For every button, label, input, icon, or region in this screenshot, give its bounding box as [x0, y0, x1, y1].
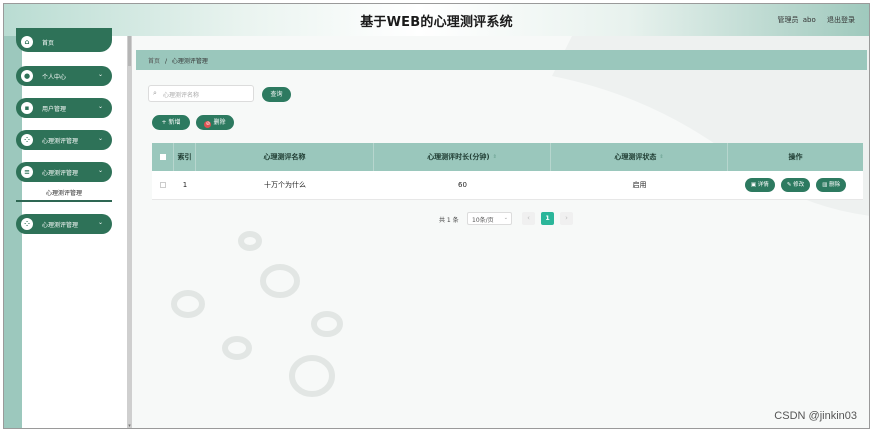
cell-name: 十万个为什么: [264, 181, 306, 189]
row-checkbox[interactable]: [160, 182, 166, 188]
sidebar-item-label: 个人中心: [42, 74, 67, 81]
top-bar: 基于WEB的心理测评系统 管理员 abo 退出登录: [4, 4, 869, 36]
column-header-index: 索引: [174, 143, 196, 171]
column-header-label: 心理测评名称: [263, 153, 306, 161]
sidebar-item-personal-center[interactable]: ● 个人中心 ⌄: [16, 66, 112, 86]
username: abo: [802, 16, 816, 24]
main-content: 首页 / 心理测评管理 ⌕ 心理测评名称 查询 + 新增 ⊘ 删除 索引 心理测评…: [132, 36, 869, 428]
chevron-down-icon: ⌄: [97, 167, 103, 174]
sidebar-item-assessment-1[interactable]: ⁘ 心理测评管理 ⌄: [16, 130, 112, 150]
detail-button-label: 详情: [757, 182, 769, 188]
delete-button[interactable]: ⊘ 删除: [196, 115, 234, 130]
pagination-total: 共 1 条: [439, 217, 459, 224]
sidebar-item-home[interactable]: ⌂ 首页: [16, 28, 112, 52]
sidebar-item-label: 心理测评管理: [42, 138, 79, 145]
add-button[interactable]: + 新增: [152, 115, 190, 130]
sidebar-item-assessment-3[interactable]: ⁘ 心理测评管理 ⌄: [16, 214, 112, 234]
delete-icon: ⊘: [204, 121, 212, 128]
select-all-checkbox[interactable]: [159, 154, 166, 160]
prev-page-button[interactable]: ‹: [522, 212, 535, 225]
sidebar-item-label: 用户管理: [42, 106, 67, 113]
user-icon: ▪: [21, 102, 33, 114]
sidebar-item-label: 心理测评管理: [42, 170, 79, 177]
breadcrumb: 首页 / 心理测评管理: [136, 50, 867, 70]
app-window: 基于WEB的心理测评系统 管理员 abo 退出登录 ⌂ 首页 ● 个人中心 ⌄ …: [3, 3, 870, 429]
column-header-duration[interactable]: 心理测评时长(分钟) ⇕: [374, 143, 551, 171]
grid-icon: ⁘: [21, 134, 33, 146]
sidebar-item-label: 心理测评管理: [42, 222, 79, 229]
search-icon: ⌕: [153, 89, 157, 97]
sidebar-item-assessment-2[interactable]: ≡ 心理测评管理 ⌄: [16, 162, 112, 182]
detail-button[interactable]: ▣ 详情: [744, 178, 775, 192]
logout-link[interactable]: 退出登录: [827, 16, 855, 24]
list-icon: ≡: [21, 166, 33, 178]
user-box: 管理员 abo 退出登录: [776, 15, 855, 25]
delete-button-label: 删除: [213, 119, 226, 126]
row-delete-button-label: 删除: [829, 182, 841, 188]
edit-button[interactable]: ✎ 修改: [780, 178, 811, 192]
search-input[interactable]: ⌕ 心理测评名称: [148, 85, 254, 102]
grid-icon: ⁘: [21, 218, 33, 230]
sidebar: ⌂ 首页 ● 个人中心 ⌄ ▪ 用户管理 ⌄ ⁘ 心理测评管理 ⌄ ≡ 心理测评…: [16, 28, 126, 428]
sort-icon[interactable]: ⇕: [659, 154, 663, 160]
app-title: 基于WEB的心理测评系统: [360, 15, 513, 30]
chevron-down-icon: ⌄: [97, 103, 103, 110]
detail-icon: ▣: [750, 182, 758, 188]
breadcrumb-current: 心理测评管理: [171, 58, 208, 65]
sort-icon[interactable]: ⇕: [493, 154, 497, 160]
row-delete-button[interactable]: ▥ 删除: [816, 178, 847, 192]
column-header-status[interactable]: 心理测评状态 ⇕: [551, 143, 728, 171]
user-role: 管理员: [777, 16, 799, 24]
sidebar-item-label: 首页: [42, 40, 55, 47]
cell-status: 启用: [632, 181, 647, 189]
query-button[interactable]: 查询: [262, 87, 291, 102]
edit-button-label: 修改: [793, 182, 805, 188]
search-placeholder: 心理测评名称: [163, 92, 200, 99]
source-watermark: CSDN @jinkin03: [774, 410, 857, 422]
chevron-down-icon: ⌄: [503, 215, 508, 221]
chevron-down-icon: ⌄: [97, 219, 103, 226]
sidebar-subitem-assessment[interactable]: 心理测评管理: [16, 186, 112, 202]
breadcrumb-home[interactable]: 首页: [148, 58, 160, 65]
table-row[interactable]: 1 十万个为什么 60 启用 ▣ 详情 ✎ 修改 ▥ 删除: [152, 171, 863, 200]
data-table: 索引 心理测评名称 心理测评时长(分钟) ⇕ 心理测评状态 ⇕ 操作 1 十万个为什…: [152, 143, 863, 200]
chevron-down-icon: ⌄: [97, 71, 103, 78]
select-all-cell: [152, 143, 174, 171]
column-header-label: 心理测评状态: [614, 153, 657, 161]
table-header-row: 索引 心理测评名称 心理测评时长(分钟) ⇕ 心理测评状态 ⇕ 操作: [152, 143, 863, 171]
left-strip: [4, 36, 22, 428]
cell-actions: ▣ 详情 ✎ 修改 ▥ 删除: [728, 171, 863, 199]
row-select-cell: [152, 171, 174, 199]
page-size-select[interactable]: 10条/页 ⌄: [467, 212, 512, 225]
person-icon: ●: [21, 70, 33, 82]
column-header-name[interactable]: 心理测评名称: [196, 143, 374, 171]
home-icon: ⌂: [21, 36, 33, 48]
sidebar-item-user-management[interactable]: ▪ 用户管理 ⌄: [16, 98, 112, 118]
page-number-current[interactable]: 1: [541, 212, 554, 225]
column-header-label: 心理测评时长(分钟): [427, 153, 490, 161]
cell-duration: 60: [458, 181, 467, 189]
next-page-button[interactable]: ›: [560, 212, 573, 225]
page-size-value: 10条/页: [472, 217, 494, 224]
column-header-actions: 操作: [788, 153, 803, 161]
cell-index: 1: [182, 181, 188, 189]
breadcrumb-separator: /: [164, 58, 167, 65]
chevron-down-icon: ⌄: [97, 135, 103, 142]
